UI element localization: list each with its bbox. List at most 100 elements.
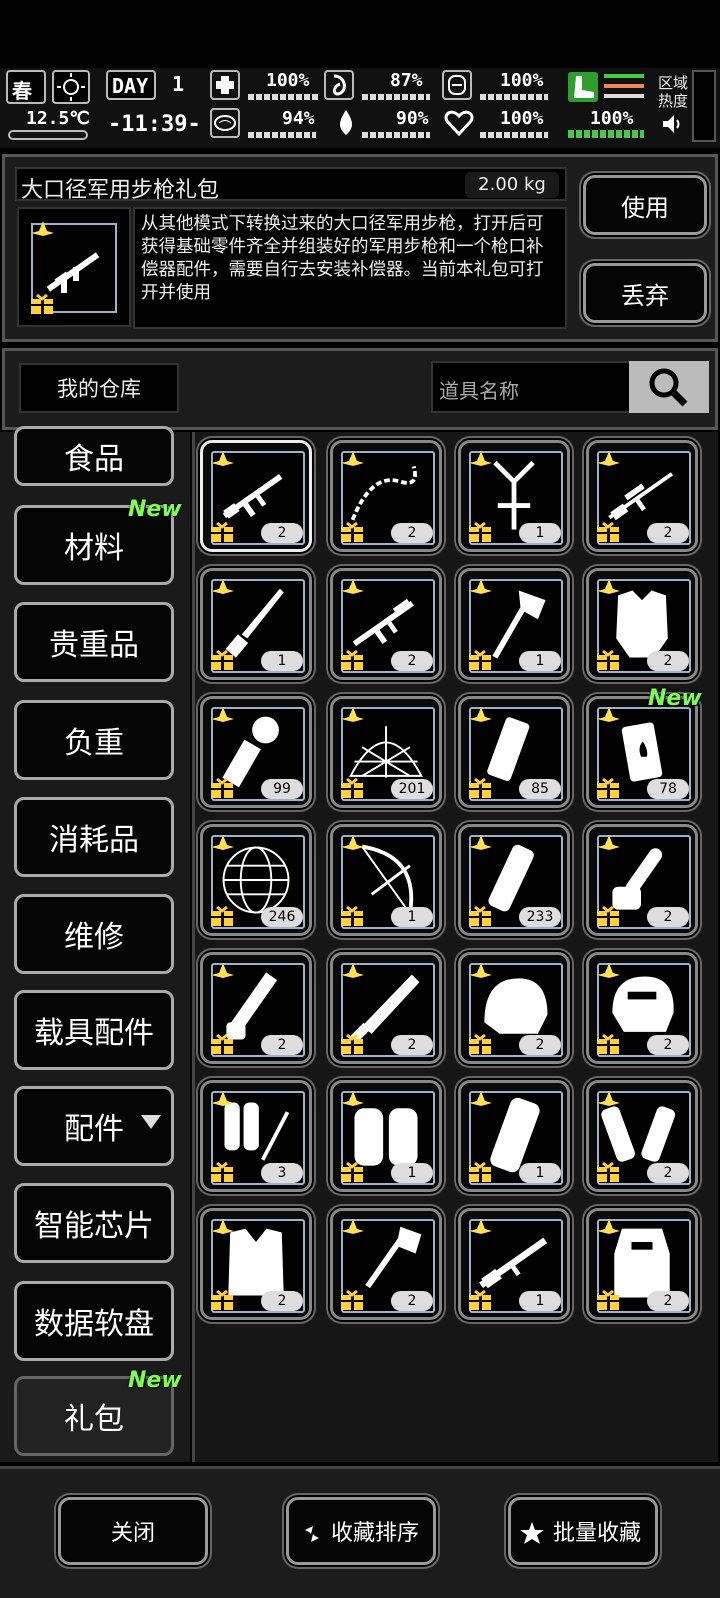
boot-icon (568, 72, 598, 102)
stamina-value: 100% (590, 108, 634, 129)
favorite-star-icon (469, 963, 492, 978)
inventory-slot[interactable]: 3 (200, 1080, 312, 1192)
inventory-slot[interactable]: 1 (330, 824, 442, 936)
inventory-slot[interactable]: 1 (458, 1080, 570, 1192)
batch-favorite-button[interactable]: 批量收藏 (508, 1497, 658, 1565)
discard-button[interactable]: 丢弃 (583, 263, 707, 323)
inventory-slot[interactable]: 2 (330, 1208, 442, 1320)
item-count: 2 (647, 651, 689, 671)
inventory-slot[interactable]: 85 (458, 696, 570, 808)
category-tab[interactable]: 智能芯片 (14, 1183, 174, 1263)
favorite-sort-label: 收藏排序 (330, 1521, 419, 1546)
inventory-slot[interactable]: 1 (200, 568, 312, 680)
inventory-slot[interactable]: 1 (330, 1080, 442, 1192)
inventory-slot[interactable]: 2 (586, 824, 698, 936)
inventory-slot[interactable]: 2 (200, 440, 312, 552)
stamina-line (604, 84, 644, 88)
favorite-star-icon (469, 835, 492, 850)
stat-value: 100% (500, 70, 544, 91)
item-count: 2 (647, 523, 689, 543)
new-badge: New (648, 686, 702, 711)
favorite-star-icon (469, 707, 492, 722)
stat-bar (248, 94, 320, 100)
inventory-slot[interactable]: 201 (330, 696, 442, 808)
warehouse-title: 我的仓库 (19, 363, 179, 413)
gift-icon (597, 1033, 619, 1054)
use-button[interactable]: 使用 (583, 175, 707, 235)
footer-bar: 关闭 收藏排序 批量收藏 (0, 1466, 720, 1598)
inventory-slot[interactable]: 2 (458, 952, 570, 1064)
inventory-slot[interactable]: 99 (200, 696, 312, 808)
gift-icon (341, 521, 363, 542)
category-tab[interactable]: 消耗品 (14, 797, 174, 877)
category-label: 食品 (64, 442, 124, 477)
favorite-star-icon (341, 707, 364, 722)
category-label: 消耗品 (49, 823, 139, 858)
favorite-star-icon (341, 835, 364, 850)
gift-icon (597, 777, 619, 798)
close-button[interactable]: 关闭 (58, 1497, 208, 1565)
category-tab[interactable]: 贵重品 (14, 602, 174, 682)
item-count: 1 (519, 523, 561, 543)
inventory-slot[interactable]: 2 (330, 952, 442, 1064)
category-tab[interactable]: 配件 (14, 1086, 174, 1166)
gift-icon (211, 1033, 233, 1054)
item-count: 1 (261, 651, 303, 671)
category-label: 负重 (64, 726, 124, 761)
inventory-slot[interactable]: 1 (458, 1208, 570, 1320)
inventory-slot[interactable]: 1 (458, 568, 570, 680)
category-tab[interactable]: 数据软盘 (14, 1281, 174, 1361)
category-tab[interactable]: 载具配件 (14, 990, 174, 1070)
item-count: 2 (261, 523, 303, 543)
stat-value: 87% (390, 70, 423, 91)
item-count: 1 (391, 907, 433, 927)
season-box: 春 (6, 70, 46, 104)
item-count: 2 (391, 1035, 433, 1055)
region-heat-meter (692, 70, 716, 142)
speaker-icon[interactable] (660, 112, 684, 136)
category-tab[interactable]: 维修 (14, 894, 174, 974)
favorite-star-icon (211, 1219, 234, 1234)
inventory-slot[interactable]: 2 (330, 440, 442, 552)
gift-icon (211, 649, 233, 670)
favorite-star-icon (469, 451, 492, 466)
item-count: 233 (519, 907, 561, 927)
inventory-slot[interactable]: 2 (586, 952, 698, 1064)
search-input[interactable]: 道具名称 (431, 361, 631, 413)
gift-icon (597, 521, 619, 542)
inventory-slot[interactable]: 2 (586, 440, 698, 552)
item-weight: 2.00 kg (465, 172, 559, 198)
search-button[interactable] (629, 361, 709, 413)
category-tab[interactable]: 负重 (14, 700, 174, 780)
stat-value: 90% (396, 108, 429, 129)
favorite-star-icon (341, 963, 364, 978)
day-box: DAY (106, 70, 156, 100)
favorite-star-icon (469, 1091, 492, 1106)
inventory-slot[interactable]: 2 (200, 952, 312, 1064)
inventory-slot[interactable]: 2 (200, 1208, 312, 1320)
inventory-slot[interactable]: 2 (586, 568, 698, 680)
inventory-slot[interactable]: 2 (586, 1208, 698, 1320)
gift-icon (211, 1289, 233, 1310)
stamina-bar (568, 130, 644, 138)
day-label: DAY (112, 74, 149, 98)
inventory-slot[interactable]: 78 (586, 696, 698, 808)
favorite-star-icon (469, 579, 492, 594)
stat-bar (480, 132, 548, 138)
region-heat-label: 区域 热度 (658, 74, 689, 110)
inventory-slot[interactable]: 1 (458, 440, 570, 552)
inventory-slot[interactable]: 246 (200, 824, 312, 936)
status-bar: 春 12.5℃ DAY 1 -11:39- 100% 87% 100% 94% … (0, 68, 720, 148)
favorite-star-icon (341, 579, 364, 594)
category-tab[interactable]: 食品 (14, 426, 174, 486)
inventory-slot[interactable]: 2 (586, 1080, 698, 1192)
inventory-slot[interactable]: 2 (330, 568, 442, 680)
category-label: 数据软盘 (34, 1307, 154, 1342)
favorite-star-icon (597, 835, 620, 850)
favorite-star-icon (469, 1219, 492, 1234)
stat-bar (362, 94, 430, 100)
inventory-slot[interactable]: 233 (458, 824, 570, 936)
sort-arrows-icon (299, 1526, 325, 1542)
item-count: 2 (261, 1291, 303, 1311)
favorite-sort-button[interactable]: 收藏排序 (286, 1497, 436, 1565)
